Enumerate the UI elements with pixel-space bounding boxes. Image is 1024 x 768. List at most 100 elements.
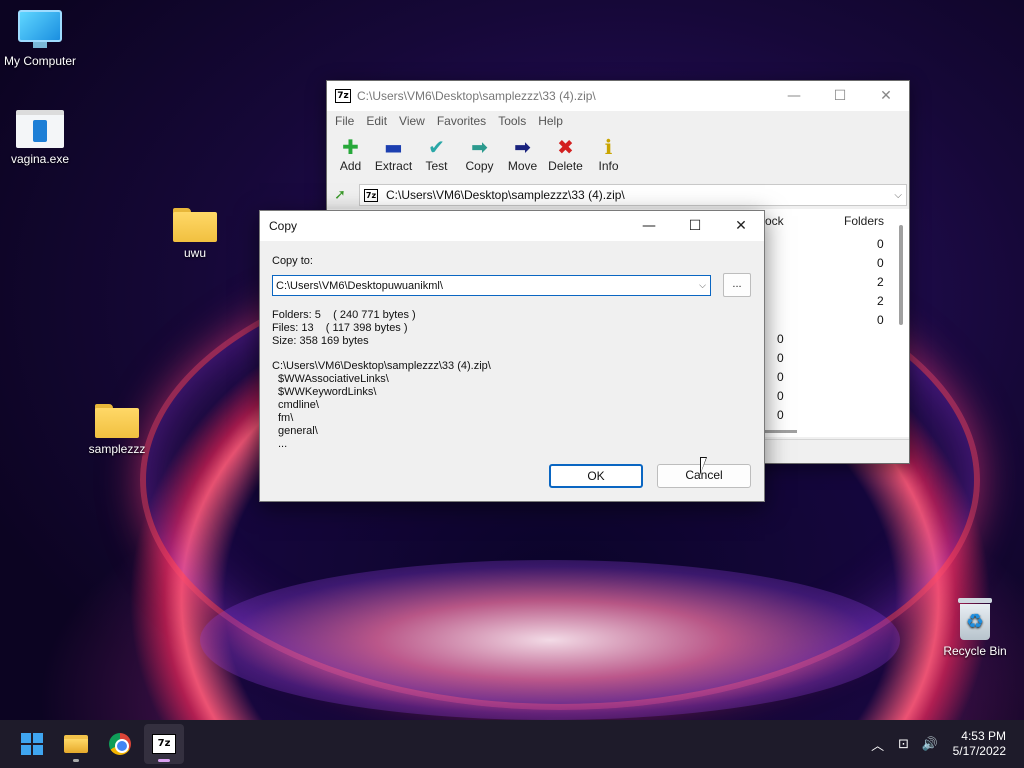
folders-cell: 0 <box>877 256 884 270</box>
file-explorer-icon <box>64 735 88 753</box>
horizontal-scrollbar[interactable] <box>763 430 797 433</box>
folders-cell: 0 <box>877 313 884 327</box>
destination-path-input[interactable] <box>276 279 686 292</box>
partial-column-cell: 0 <box>777 351 784 365</box>
desktop-icon-recycle-bin[interactable]: ♻ Recycle Bin <box>935 598 1015 658</box>
taskbar: 7z ︿ ⊡ 🔊 4:53 PM 5/17/2022 <box>0 720 1024 768</box>
folders-cell: 0 <box>877 237 884 251</box>
menu-view[interactable]: View <box>393 114 431 128</box>
maximize-button[interactable]: ☐ <box>672 211 718 241</box>
source-item-ellipsis: ... <box>278 438 288 450</box>
extract-button[interactable]: ▬ Extract <box>372 136 415 173</box>
folders-summary: Folders: 5 ( 240 771 bytes ) <box>272 309 416 321</box>
recycle-bin-icon: ♻ <box>958 598 992 640</box>
menu-edit[interactable]: Edit <box>360 114 393 128</box>
close-button[interactable]: ✕ <box>718 211 764 241</box>
minimize-button[interactable]: — <box>771 81 817 111</box>
taskbar-7zip[interactable]: 7z <box>144 724 184 764</box>
source-item: cmdline\ <box>278 399 319 411</box>
dialog-controls: — ☐ ✕ <box>626 211 764 241</box>
copy-arrow-icon: ➡ <box>471 135 488 159</box>
menu-bar: File Edit View Favorites Tools Help <box>327 111 909 131</box>
menu-file[interactable]: File <box>329 114 360 128</box>
info-button[interactable]: ℹ Info <box>587 136 630 173</box>
folder-icon <box>95 404 139 438</box>
up-folder-icon[interactable]: ➚ <box>327 183 353 207</box>
source-item: general\ <box>278 425 318 437</box>
copy-to-label: Copy to: <box>272 255 313 267</box>
menu-help[interactable]: Help <box>532 114 569 128</box>
archive-icon: 7z <box>364 188 378 202</box>
partial-column-cell: 0 <box>777 389 784 403</box>
destination-path-combo[interactable]: ⌵ <box>272 275 711 296</box>
start-button[interactable] <box>12 724 52 764</box>
clock[interactable]: 4:53 PM 5/17/2022 <box>953 729 1006 759</box>
partial-column-cell: 0 <box>777 332 784 346</box>
clock-time: 4:53 PM <box>961 729 1006 743</box>
size-summary: Size: 358 169 bytes <box>272 335 369 347</box>
delete-label: Delete <box>548 159 583 173</box>
desktop-icon-my-computer[interactable]: My Computer <box>0 10 80 68</box>
running-indicator <box>73 759 79 762</box>
source-item: fm\ <box>278 412 294 424</box>
taskbar-chrome[interactable] <box>100 724 140 764</box>
browse-button[interactable]: ... <box>723 273 751 297</box>
chevron-down-icon[interactable]: ⌵ <box>894 190 902 201</box>
copy-label: Copy <box>465 159 494 173</box>
desktop-icon-uwu[interactable]: uwu <box>155 208 235 260</box>
partial-column-cell: 0 <box>777 370 784 384</box>
maximize-button[interactable]: ☐ <box>817 81 863 111</box>
mouse-cursor-icon <box>700 457 707 475</box>
menu-favorites[interactable]: Favorites <box>431 114 492 128</box>
test-button[interactable]: ✔ Test <box>415 136 458 173</box>
column-header-folders[interactable]: Folders <box>844 214 884 228</box>
partial-column-cell: 0 <box>777 408 784 422</box>
volume-icon[interactable]: 🔊 <box>917 737 943 752</box>
close-button[interactable]: ✕ <box>863 81 909 111</box>
chevron-up-icon[interactable]: ︿ <box>865 735 891 754</box>
desktop-icon-vagina-exe[interactable]: vagina.exe <box>0 110 80 166</box>
wallpaper-glow-base <box>200 560 900 720</box>
active-indicator <box>158 759 170 762</box>
taskbar-file-explorer[interactable] <box>56 724 96 764</box>
move-label: Move <box>507 159 538 173</box>
copy-summary: Folders: 5 ( 240 771 bytes ) Files: 13 ( … <box>272 309 416 348</box>
window-titlebar[interactable]: 7z C:\Users\VM6\Desktop\samplezzz\33 (4)… <box>327 81 909 111</box>
desktop-icon-samplezzz[interactable]: samplezzz <box>77 404 157 456</box>
ok-button[interactable]: OK <box>549 464 643 488</box>
toolbar: ✚ Add ▬ Extract ✔ Test ➡ Copy ➡ Move ✖ D… <box>327 131 909 179</box>
info-label: Info <box>598 159 619 173</box>
source-item: $WWKeywordLinks\ <box>278 386 377 398</box>
column-header-partial[interactable]: ock <box>765 214 784 228</box>
source-path: C:\Users\VM6\Desktop\samplezzz\33 (4).zi… <box>272 360 491 372</box>
dialog-titlebar[interactable]: Copy — ☐ ✕ <box>260 211 764 241</box>
chevron-down-icon[interactable]: ⌵ <box>699 281 706 291</box>
monitor-icon <box>18 10 62 50</box>
address-combo[interactable]: 7z C:\Users\VM6\Desktop\samplezzz\33 (4)… <box>359 184 907 206</box>
add-label: Add <box>339 159 362 173</box>
desktop-icon-label: uwu <box>183 246 206 260</box>
delete-button[interactable]: ✖ Delete <box>544 136 587 173</box>
copy-button[interactable]: ➡ Copy <box>458 136 501 173</box>
info-icon: ℹ <box>604 135 613 159</box>
folders-cell: 2 <box>877 294 884 308</box>
network-icon[interactable]: ⊡ <box>891 737 917 752</box>
menu-tools[interactable]: Tools <box>492 114 532 128</box>
executable-icon <box>16 110 64 148</box>
desktop-icon-label: vagina.exe <box>10 152 70 166</box>
copy-dialog: Copy — ☐ ✕ Copy to: ⌵ ... Folders: 5 ( 2… <box>259 210 765 502</box>
add-icon: ✚ <box>342 135 359 159</box>
clock-date: 5/17/2022 <box>952 744 1006 758</box>
7zip-app-icon: 7z <box>335 89 351 103</box>
add-button[interactable]: ✚ Add <box>329 136 372 173</box>
move-button[interactable]: ➡ Move <box>501 136 544 173</box>
dialog-title: Copy <box>269 219 298 233</box>
files-summary: Files: 13 ( 117 398 bytes ) <box>272 322 408 334</box>
test-label: Test <box>425 159 448 173</box>
source-item-list: C:\Users\VM6\Desktop\samplezzz\33 (4).zi… <box>272 360 491 451</box>
desktop-icon-label: Recycle Bin <box>943 644 1007 658</box>
test-icon: ✔ <box>428 135 445 159</box>
vertical-scrollbar[interactable] <box>899 225 903 325</box>
minimize-button[interactable]: — <box>626 211 672 241</box>
desktop-icon-label: My Computer <box>3 54 77 68</box>
